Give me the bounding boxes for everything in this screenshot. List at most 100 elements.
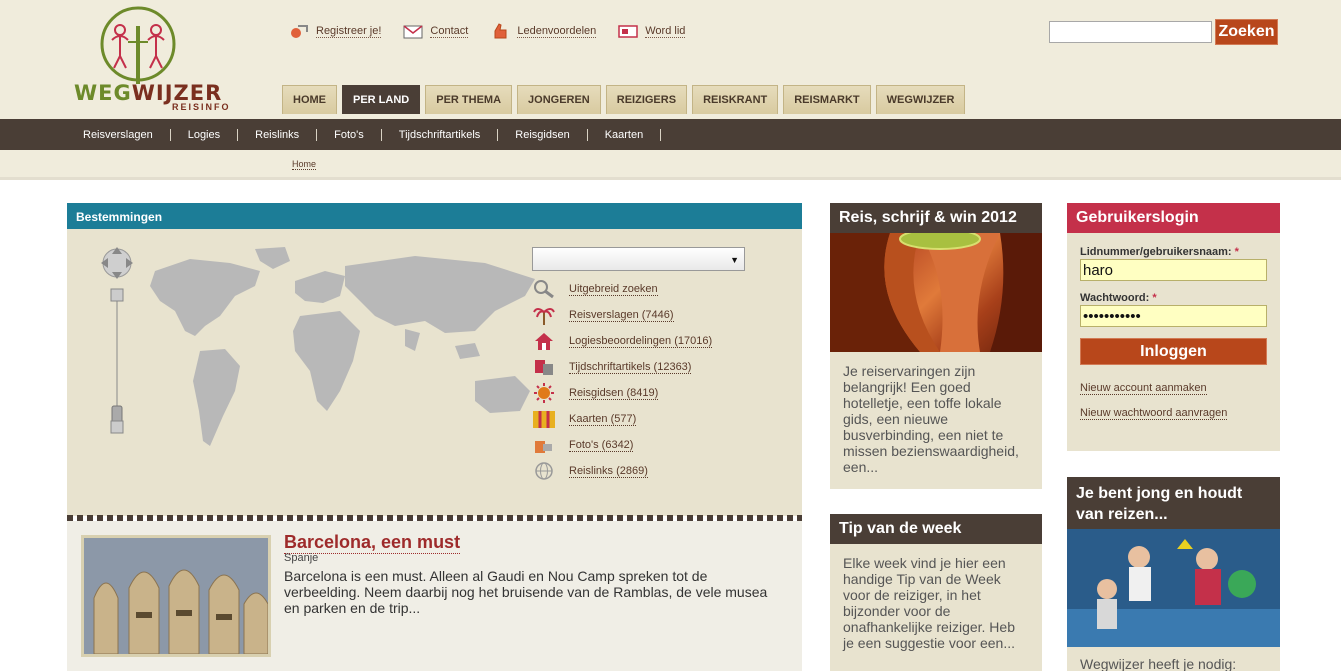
dest-link-reisverslagen[interactable]: Reisverslagen (7446) xyxy=(532,302,712,328)
dest-link-reisverslagen-label: Reisverslagen (7446) xyxy=(569,308,674,322)
logo-subtitle: REISINFO xyxy=(172,102,231,112)
article-excerpt: Barcelona is een must. Alleen al Gaudi e… xyxy=(284,568,768,616)
password-required-mark: * xyxy=(1152,292,1157,304)
subnav-kaarten[interactable]: Kaarten xyxy=(588,128,662,141)
membership-icon xyxy=(618,22,638,40)
nav-wegwijzer[interactable]: WEGWIJZER xyxy=(875,85,966,114)
nav-reismarkt[interactable]: REISMARKT xyxy=(783,85,871,114)
top-links: Registreer je! Contact Ledenvoordelen Wo… xyxy=(289,20,707,42)
dest-link-logies[interactable]: Logiesbeoordelingen (17016) xyxy=(532,328,713,354)
mail-icon xyxy=(403,22,423,40)
breadcrumb-home[interactable]: Home xyxy=(292,159,317,170)
reis-schrijf-win-image[interactable] xyxy=(830,233,1042,352)
dest-link-logies-label: Logiesbeoordelingen (17016) xyxy=(569,334,713,348)
house-icon xyxy=(532,330,556,352)
subnav-logies[interactable]: Logies xyxy=(171,128,239,141)
logo-figures-icon xyxy=(100,6,176,84)
nav-reizigers[interactable]: REIZIGERS xyxy=(605,85,688,114)
logo-word-1: WEG xyxy=(74,81,132,105)
site-header: WEGWIJZER REISINFO Registreer je! Contac… xyxy=(0,0,1341,119)
tip-van-de-week-box: Tip van de week Elke week vind je hier e… xyxy=(830,514,1042,671)
tip-van-de-week-text: Elke week vind je hier een handige Tip v… xyxy=(843,555,1016,651)
reis-schrijf-win-box: Reis, schrijf & win 2012 Je reiservaring… xyxy=(830,203,1042,489)
password-label: Wachtwoord: * xyxy=(1080,292,1157,304)
password-field[interactable] xyxy=(1080,305,1267,327)
login-box: Gebruikerslogin Lidnummer/gebruikersnaam… xyxy=(1067,203,1280,451)
thumb-icon xyxy=(490,22,510,40)
subnav-reisverslagen[interactable]: Reisverslagen xyxy=(66,128,171,141)
chevron-down-icon: ▼ xyxy=(730,255,739,265)
dest-link-search[interactable]: Uitgebreid zoeken xyxy=(532,276,712,302)
subnav-reislinks[interactable]: Reislinks xyxy=(238,128,318,141)
reis-schrijf-win-text: Je reiservaringen zijn belangrijk! Een g… xyxy=(843,363,1019,475)
create-account-link[interactable]: Nieuw account aanmaken xyxy=(1080,382,1207,395)
dest-link-search-label: Uitgebreid zoeken xyxy=(569,282,658,296)
article-country: Spanje xyxy=(284,552,319,564)
palm-tree-icon xyxy=(532,304,556,326)
login-title: Gebruikerslogin xyxy=(1067,203,1280,233)
toplink-benefits[interactable]: Ledenvoordelen xyxy=(490,22,597,40)
username-required-mark: * xyxy=(1234,246,1239,258)
map-icon xyxy=(532,408,556,430)
dest-link-reisgidsen[interactable]: Reisgidsen (8419) xyxy=(532,380,712,406)
dest-link-reislinks[interactable]: Reislinks (2869) xyxy=(532,458,712,484)
map-pan-control[interactable] xyxy=(101,247,133,279)
toplink-contact-label: Contact xyxy=(430,24,469,38)
jong-en-reizen-image[interactable] xyxy=(1067,529,1280,647)
jong-en-reizen-text: Wegwijzer heeft je nodig: xyxy=(1080,656,1237,671)
article-thumbnail[interactable] xyxy=(81,535,271,657)
dest-link-fotos[interactable]: Foto's (6342) xyxy=(532,432,712,458)
dest-link-fotos-label: Foto's (6342) xyxy=(569,438,634,452)
magnifier-icon xyxy=(532,278,556,300)
subnav-fotos[interactable]: Foto's xyxy=(317,128,382,141)
dest-link-tijdschrift-label: Tijdschriftartikels (12363) xyxy=(569,360,692,374)
dest-link-kaarten-label: Kaarten (577) xyxy=(569,412,637,426)
register-icon xyxy=(289,22,309,40)
subnav-reisgidsen[interactable]: Reisgidsen xyxy=(498,128,588,141)
magazine-icon xyxy=(532,356,556,378)
toplink-register-label: Registreer je! xyxy=(316,24,382,38)
nav-reiskrant[interactable]: REISKRANT xyxy=(692,85,779,114)
sub-navigation-list: Reisverslagen Logies Reislinks Foto's Ti… xyxy=(66,119,662,150)
nav-per-land[interactable]: PER LAND xyxy=(342,85,421,114)
request-password-link[interactable]: Nieuw wachtwoord aanvragen xyxy=(1080,407,1228,420)
login-button[interactable]: Inloggen xyxy=(1080,338,1267,365)
map-zoom-slider[interactable] xyxy=(110,288,124,434)
dest-link-kaarten[interactable]: Kaarten (577) xyxy=(532,406,712,432)
search-button[interactable]: Zoeken xyxy=(1215,19,1278,45)
username-field[interactable] xyxy=(1080,259,1267,281)
toplink-join-label: Word lid xyxy=(645,24,686,38)
toplink-contact[interactable]: Contact xyxy=(403,22,469,40)
dest-link-reisgidsen-label: Reisgidsen (8419) xyxy=(569,386,659,400)
article-title[interactable]: Barcelona, een must xyxy=(284,532,461,554)
camera-icon xyxy=(532,434,556,456)
reis-schrijf-win-title[interactable]: Reis, schrijf & win 2012 xyxy=(830,203,1042,233)
destinations-title: Bestemmingen xyxy=(67,203,802,229)
password-label-text: Wachtwoord: xyxy=(1080,292,1150,304)
nav-jongeren[interactable]: JONGEREN xyxy=(517,85,601,114)
search-form: Zoeken xyxy=(1049,19,1278,45)
username-label: Lidnummer/gebruikersnaam: * xyxy=(1080,246,1239,258)
breadcrumb-bar: Home xyxy=(0,150,1341,180)
dest-link-tijdschrift[interactable]: Tijdschriftartikels (12363) xyxy=(532,354,712,380)
destination-select[interactable]: ▼ xyxy=(532,247,745,271)
nav-per-thema[interactable]: PER THEMA xyxy=(425,85,513,114)
map-continents xyxy=(150,247,535,446)
main-navigation: HOME PER LAND PER THEMA JONGEREN REIZIGE… xyxy=(282,85,970,114)
wegwijzer-logo[interactable]: WEGWIJZER REISINFO xyxy=(74,6,246,112)
dest-link-reislinks-label: Reislinks (2869) xyxy=(569,464,648,478)
nav-home[interactable]: HOME xyxy=(282,85,337,114)
sun-icon xyxy=(532,382,556,404)
featured-article: Barcelona, een must Spanje Barcelona is … xyxy=(67,521,802,671)
jong-en-reizen-box: Je bent jong en houdt van reizen... Wegw… xyxy=(1067,477,1280,671)
toplink-register[interactable]: Registreer je! xyxy=(289,22,382,40)
world-map[interactable] xyxy=(95,241,545,481)
jong-en-reizen-title[interactable]: Je bent jong en houdt van reizen... xyxy=(1067,477,1280,529)
subnav-tijdschriftartikels[interactable]: Tijdschriftartikels xyxy=(382,128,499,141)
search-input[interactable] xyxy=(1049,21,1212,43)
destinations-panel: Bestemmingen ▼ Uitgebreid zoeken Reisver… xyxy=(67,203,802,516)
destination-links: Uitgebreid zoeken Reisverslagen (7446) L… xyxy=(532,276,713,484)
username-label-text: Lidnummer/gebruikersnaam: xyxy=(1080,246,1232,258)
toplink-join[interactable]: Word lid xyxy=(618,22,686,40)
tip-van-de-week-title[interactable]: Tip van de week xyxy=(830,514,1042,544)
